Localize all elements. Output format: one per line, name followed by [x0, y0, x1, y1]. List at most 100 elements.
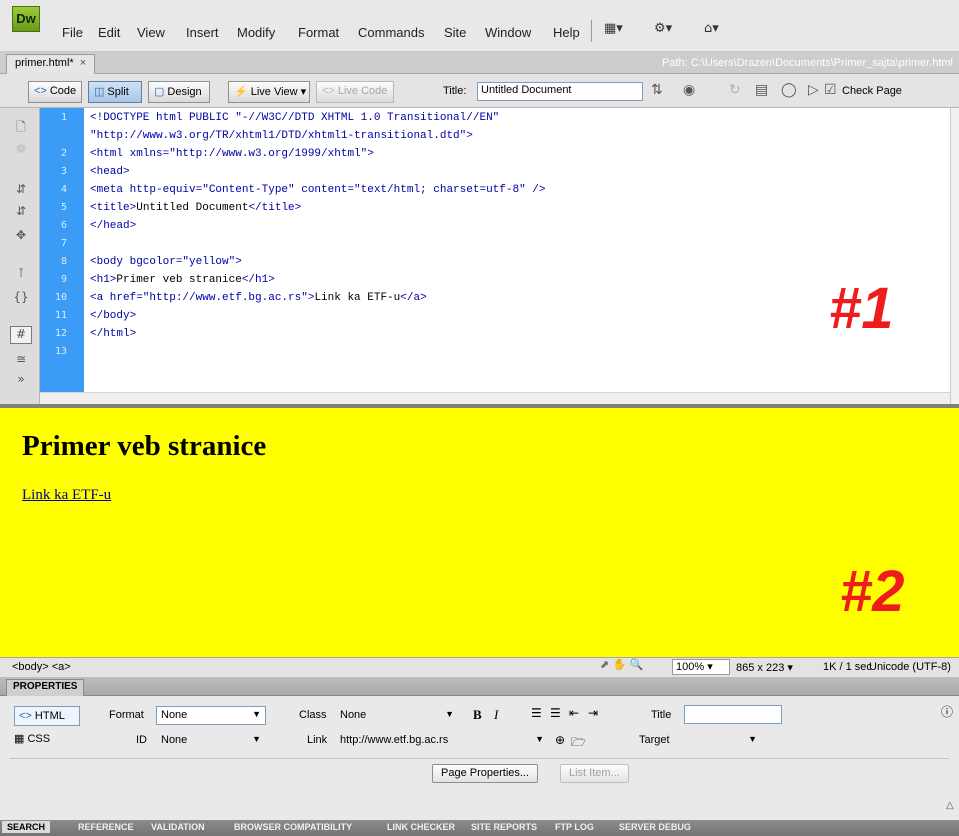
format-select[interactable]: None ▼	[156, 706, 266, 725]
point-to-file-icon[interactable]: ⊕	[555, 733, 565, 747]
visual-aids-2-icon[interactable]: ◯	[781, 82, 797, 98]
tab-browser-compatibility[interactable]: BROWSER COMPATIBILITY	[234, 822, 352, 832]
unordered-list-icon[interactable]: ☰	[531, 706, 542, 720]
indent-icon[interactable]: ⇥	[588, 706, 598, 720]
design-heading[interactable]: Primer veb stranice	[22, 430, 266, 463]
close-icon[interactable]: ×	[80, 57, 86, 69]
target-select[interactable]: ▼	[684, 731, 762, 750]
code-line: <meta http-equiv="Content-Type" content=…	[90, 184, 546, 196]
validate-icon[interactable]: ▷	[808, 82, 819, 98]
collapse-panel-icon[interactable]: △	[946, 800, 954, 811]
code-editor[interactable]: <!DOCTYPE html PUBLIC "-//W3C//DTD XHTML…	[84, 108, 950, 392]
code-line: <h1>Primer veb stranice</h1>	[90, 274, 275, 286]
tab-validation[interactable]: VALIDATION	[151, 822, 205, 832]
menu-modify[interactable]: Modify	[237, 25, 275, 40]
window-size[interactable]: 865 x 223 ▾	[736, 661, 793, 674]
document-tab[interactable]: primer.html* ×	[6, 54, 96, 74]
dropdown-arrow-icon: ▼	[748, 734, 757, 744]
code-horizontal-scrollbar[interactable]	[40, 392, 950, 404]
dropdown-arrow-icon: ▼	[535, 734, 544, 744]
class-select[interactable]: None ▼	[335, 706, 459, 725]
help-icon[interactable]: ⓘ	[941, 703, 953, 720]
code-line: <body bgcolor="yellow">	[90, 256, 242, 268]
zoom-select[interactable]: 100% ▾	[672, 659, 730, 675]
check-page-icon[interactable]: ☑	[824, 82, 837, 98]
code-tag: <h1>	[90, 274, 117, 286]
menu-edit[interactable]: Edit	[98, 25, 120, 40]
open-documents-icon[interactable]: 🗋	[10, 118, 32, 136]
check-page-button[interactable]: Check Page	[842, 85, 902, 97]
more-tools-icon[interactable]: »	[10, 372, 32, 390]
line-number: 13	[54, 346, 67, 357]
tab-search[interactable]: SEARCH	[2, 821, 51, 833]
tab-link-checker[interactable]: LINK CHECKER	[387, 822, 455, 832]
menu-commands[interactable]: Commands	[358, 25, 424, 40]
id-select[interactable]: None ▼	[156, 731, 266, 750]
site-menu-icon[interactable]: ⌂▾	[704, 21, 719, 39]
dropdown-arrow-icon: ▼	[252, 734, 261, 744]
line-number: 3	[60, 166, 67, 177]
collapse-full-tag-icon[interactable]: ⇵	[10, 182, 32, 200]
browse-folder-icon[interactable]: 🗁	[571, 733, 586, 754]
html-icon: <>	[19, 710, 35, 722]
refresh-icon[interactable]: ↻	[729, 82, 741, 98]
tab-ftp-log[interactable]: FTP LOG	[555, 822, 594, 832]
extend-menu-icon[interactable]: ⚙▾	[654, 21, 672, 39]
italic-icon[interactable]: I	[494, 707, 498, 723]
list-item-button[interactable]: List Item...	[560, 764, 629, 783]
properties-tab[interactable]: PROPERTIES	[6, 679, 85, 696]
tag-selector[interactable]: <body> <a>	[12, 661, 71, 673]
split-view-button[interactable]: ◫ Split	[88, 81, 142, 103]
tab-server-debug[interactable]: SERVER DEBUG	[619, 822, 691, 832]
design-link[interactable]: Link ka ETF-u	[22, 487, 111, 504]
live-code-button[interactable]: <> Live Code	[316, 81, 394, 103]
expand-all-icon[interactable]: ✥	[10, 228, 32, 246]
code-vertical-scrollbar[interactable]	[950, 108, 959, 404]
visual-aids-icon[interactable]: ▤	[755, 82, 768, 98]
ordered-list-icon[interactable]: ☰	[550, 706, 561, 720]
title-field-input[interactable]	[684, 705, 782, 724]
code-tag: <a href="http://www.etf.bg.ac.rs">	[90, 292, 315, 304]
tab-reference[interactable]: REFERENCE	[78, 822, 134, 832]
code-line: </html>	[90, 328, 137, 340]
file-management-icon[interactable]: ⇅	[651, 82, 663, 98]
line-number: 8	[60, 256, 67, 267]
layout-menu-icon[interactable]: ▦▾	[604, 21, 623, 39]
line-number: 12	[54, 328, 67, 339]
select-hand-zoom-tools[interactable]: ⬈ ✋ 🔍	[600, 658, 664, 674]
live-view-button[interactable]: ⚡ Live View ▾	[228, 81, 310, 103]
highlight-invalid-code-icon[interactable]: ≅	[10, 352, 32, 370]
menu-help[interactable]: Help	[553, 25, 580, 40]
select-parent-tag-icon[interactable]: ⊺	[10, 266, 32, 284]
collapse-selection-icon[interactable]: ⇵	[10, 204, 32, 222]
dropdown-arrow-icon: ▼	[252, 709, 261, 719]
menu-view[interactable]: View	[137, 25, 165, 40]
menu-site[interactable]: Site	[444, 25, 466, 40]
code-view-button[interactable]: <> Code	[28, 81, 82, 103]
show-code-navigator-icon[interactable]: ❁	[10, 142, 32, 160]
design-view-button[interactable]: ▢ Design	[148, 81, 210, 103]
live-view-label: Live View	[250, 86, 298, 98]
annotation-marker-1: #1	[829, 276, 894, 341]
live-view-icon: ⚡	[234, 86, 248, 98]
line-numbers-icon[interactable]: #	[10, 326, 32, 344]
line-number: 4	[60, 184, 67, 195]
menu-insert[interactable]: Insert	[186, 25, 219, 40]
title-input[interactable]: Untitled Document	[477, 82, 643, 101]
link-input[interactable]: http://www.etf.bg.ac.rs ▼	[335, 731, 549, 750]
code-line: <head>	[90, 166, 130, 178]
document-tab-label: primer.html*	[15, 57, 74, 69]
menu-format[interactable]: Format	[298, 25, 339, 40]
menu-file[interactable]: File	[62, 25, 83, 40]
page-properties-button[interactable]: Page Properties...	[432, 764, 539, 783]
outdent-icon[interactable]: ⇤	[569, 706, 579, 720]
html-mode-button[interactable]: <> HTML	[14, 706, 80, 726]
tab-site-reports[interactable]: SITE REPORTS	[471, 822, 537, 832]
code-text: Untitled Document	[136, 202, 249, 214]
menu-window[interactable]: Window	[485, 25, 531, 40]
balance-braces-icon[interactable]: {}	[10, 290, 32, 308]
preview-browser-icon[interactable]: ◉	[683, 82, 695, 98]
properties-header	[0, 677, 959, 696]
css-mode-button[interactable]: ▦ CSS	[14, 732, 50, 745]
bold-icon[interactable]: B	[473, 707, 482, 723]
